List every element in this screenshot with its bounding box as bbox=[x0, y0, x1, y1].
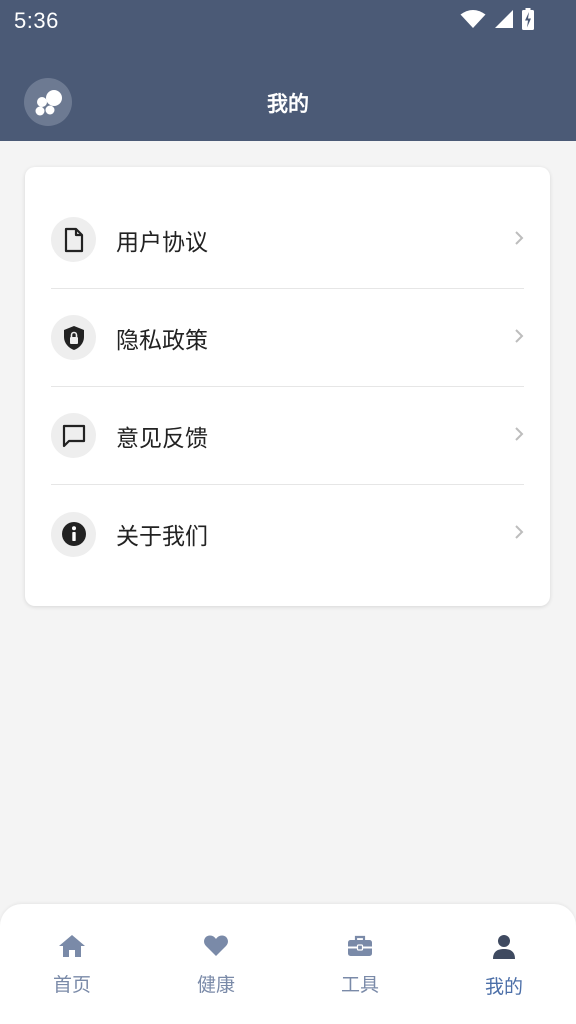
menu-list: 用户协议 隐私政策 意见反馈 关于我们 bbox=[51, 167, 524, 583]
cellular-signal-icon bbox=[494, 9, 514, 29]
nav-label: 健康 bbox=[196, 974, 235, 996]
person-icon bbox=[492, 934, 516, 964]
shield-lock-icon bbox=[51, 315, 96, 360]
menu-item-privacy-policy[interactable]: 隐私政策 bbox=[51, 289, 524, 387]
chevron-right-icon bbox=[514, 328, 524, 348]
chevron-right-icon bbox=[514, 524, 524, 544]
chevron-right-icon bbox=[514, 426, 524, 446]
nav-label: 首页 bbox=[52, 974, 91, 996]
bottom-nav: 首页 健康 工具 我的 bbox=[0, 904, 576, 1024]
nav-item-health[interactable]: 健康 bbox=[144, 904, 288, 1024]
page-title: 我的 bbox=[267, 92, 309, 116]
menu-item-feedback[interactable]: 意见反馈 bbox=[51, 387, 524, 485]
status-icons bbox=[460, 8, 534, 30]
menu-item-label: 用户协议 bbox=[116, 229, 208, 256]
menu-item-about-us[interactable]: 关于我们 bbox=[51, 485, 524, 583]
toolbox-icon bbox=[347, 934, 373, 962]
nav-item-tools[interactable]: 工具 bbox=[288, 904, 432, 1024]
status-time: 5:36 bbox=[14, 8, 59, 33]
menu-item-label: 意见反馈 bbox=[116, 425, 208, 452]
chat-bubble-icon bbox=[51, 413, 96, 458]
battery-charging-icon bbox=[522, 8, 534, 30]
nav-label: 我的 bbox=[484, 976, 523, 998]
heart-icon bbox=[203, 934, 229, 962]
nav-label: 工具 bbox=[340, 974, 379, 996]
chevron-right-icon bbox=[514, 230, 524, 250]
info-icon bbox=[51, 511, 96, 557]
wifi-icon bbox=[460, 9, 486, 29]
settings-card: 用户协议 隐私政策 意见反馈 关于我们 bbox=[25, 167, 550, 606]
document-icon bbox=[51, 217, 96, 262]
screen: 5:36 我的 用户协议 隐私政策 意见反馈 关于我们 首页 健康 工具 我的 bbox=[0, 0, 576, 1024]
menu-item-label: 隐私政策 bbox=[116, 327, 208, 354]
menu-item-user-agreement[interactable]: 用户协议 bbox=[51, 191, 524, 289]
app-header: 5:36 我的 bbox=[0, 0, 576, 141]
menu-item-label: 关于我们 bbox=[116, 524, 208, 550]
nav-item-mine[interactable]: 我的 bbox=[432, 904, 576, 1024]
home-icon bbox=[58, 934, 86, 962]
nav-item-home[interactable]: 首页 bbox=[0, 904, 144, 1024]
